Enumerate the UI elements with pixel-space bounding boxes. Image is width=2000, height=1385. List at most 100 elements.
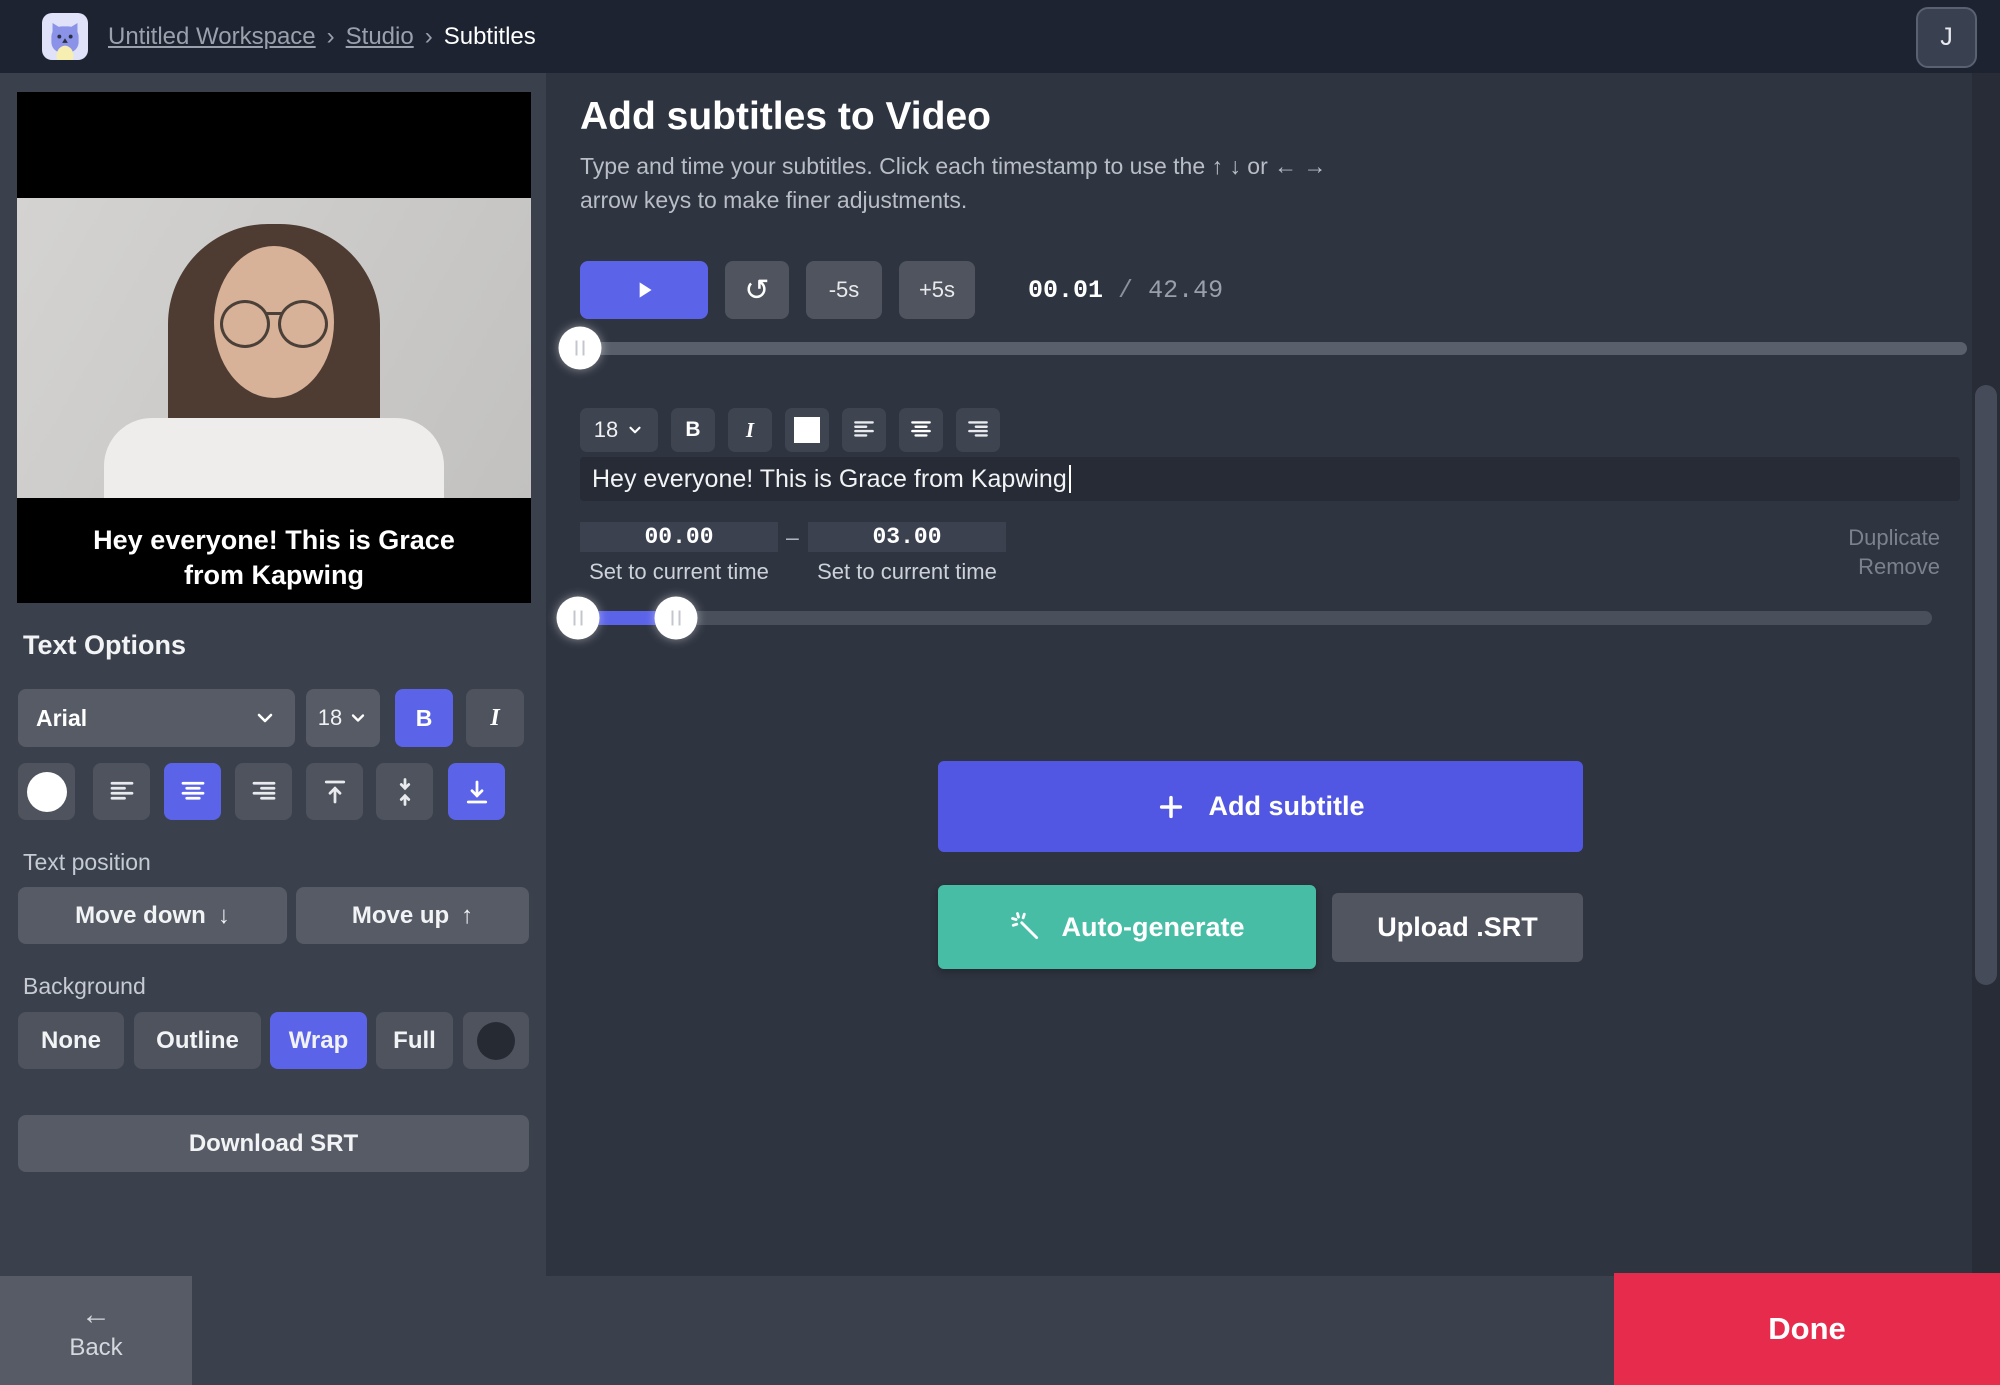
subtitle-timing-slider[interactable] (565, 611, 1932, 625)
move-down-label: Move down (75, 901, 206, 929)
subtitle-align-left-button[interactable] (842, 408, 886, 452)
text-position-label: Text position (23, 849, 151, 875)
video-frame (17, 198, 531, 498)
back-arrow-icon: ← (81, 1297, 111, 1331)
align-left-icon (110, 781, 133, 800)
bold-icon: B (415, 704, 433, 731)
seek-slider-handle[interactable] (558, 326, 602, 370)
remove-link[interactable]: Remove (1858, 554, 1940, 580)
back-button[interactable]: ← Back (0, 1276, 192, 1385)
align-center-icon (911, 421, 931, 437)
align-center-button[interactable] (164, 763, 221, 820)
subtitle-text-value: Hey everyone! This is Grace from Kapwing (592, 464, 1067, 493)
time-display: 00.01 / 42.49 (1028, 275, 1224, 305)
background-wrap-button[interactable]: Wrap (270, 1012, 367, 1069)
end-time-input[interactable]: 03.00 (808, 522, 1006, 552)
current-time: 00.01 (1028, 275, 1104, 305)
download-srt-button[interactable]: Download SRT (18, 1115, 529, 1172)
done-button[interactable]: Done (1614, 1273, 2000, 1385)
playback-controls: ↺ -5s +5s 00.01 / 42.49 (580, 261, 1223, 319)
text-cursor (1068, 465, 1071, 493)
move-down-button[interactable]: Move down ↓ (18, 887, 287, 944)
forward-5s-button[interactable]: +5s (899, 261, 975, 319)
italic-icon: I (745, 417, 755, 442)
vertical-align-bottom-button[interactable] (448, 763, 505, 820)
move-up-button[interactable]: Move up ↑ (296, 887, 529, 944)
plus-icon (1159, 795, 1182, 818)
seek-slider[interactable] (565, 342, 1967, 355)
duplicate-link[interactable]: Duplicate (1848, 525, 1940, 551)
play-button[interactable] (580, 261, 708, 319)
glasses-decoration (208, 300, 340, 348)
font-size-select[interactable]: 18 (306, 689, 380, 747)
scrollbar-track (1972, 73, 2000, 1273)
background-color-button[interactable] (463, 1012, 529, 1069)
align-center-icon (181, 781, 204, 800)
subtitle-align-right-button[interactable] (956, 408, 1000, 452)
font-family-select[interactable]: Arial (18, 689, 295, 747)
italic-icon: I (490, 704, 500, 731)
subtitle-color-button[interactable] (785, 408, 829, 452)
breadcrumb-separator: › (326, 22, 335, 50)
subtitle-text-input[interactable]: Hey everyone! This is Grace from Kapwing (580, 457, 1960, 501)
subtitle-font-size-select[interactable]: 18 (580, 408, 658, 452)
left-sidebar: Hey everyone! This is Grace from Kapwing… (0, 73, 546, 1276)
subtitle-overlay-text: Hey everyone! This is Grace from Kapwing (93, 525, 455, 590)
bold-icon: B (685, 418, 701, 441)
font-size-value: 18 (317, 705, 343, 730)
chevron-down-icon (352, 714, 365, 722)
align-left-icon (854, 421, 874, 437)
main-panel: Add subtitles to Video Type and time you… (546, 73, 1972, 1276)
rewind-5s-button[interactable]: -5s (806, 261, 882, 319)
color-swatch-white-icon (26, 771, 67, 812)
align-left-button[interactable] (93, 763, 150, 820)
subtitle-align-center-button[interactable] (899, 408, 943, 452)
font-family-value: Arial (36, 704, 88, 731)
vertical-align-bottom-icon (466, 780, 487, 803)
background-outline-button[interactable]: Outline (134, 1012, 261, 1069)
breadcrumb-workspace-link[interactable]: Untitled Workspace (108, 23, 316, 51)
kapwing-logo-icon[interactable] (42, 13, 88, 60)
vertical-align-middle-button[interactable] (376, 763, 433, 820)
text-color-button[interactable] (18, 763, 75, 820)
set-end-to-current-time-link[interactable]: Set to current time (808, 559, 1006, 585)
breadcrumb-studio-link[interactable]: Studio (346, 23, 414, 51)
subtitle-toolbar: 18 B I (580, 408, 1000, 452)
vertical-align-middle-icon (399, 777, 410, 806)
user-avatar[interactable]: J (1916, 7, 1977, 68)
avatar-initial: J (1940, 23, 1953, 51)
align-right-button[interactable] (235, 763, 292, 820)
page-description: Type and time your subtitles. Click each… (580, 153, 1327, 213)
color-swatch-white-icon (794, 417, 820, 443)
add-subtitle-button[interactable]: Add subtitle (938, 761, 1583, 852)
breadcrumb: Untitled Workspace › Studio › Subtitles (108, 0, 536, 73)
timing-start-handle[interactable] (556, 596, 600, 640)
top-bar: Untitled Workspace › Studio › Subtitles … (0, 0, 2000, 73)
arrow-down-icon: ↓ (217, 901, 230, 929)
scrollbar-thumb[interactable] (1975, 385, 1997, 985)
restart-button[interactable]: ↺ (725, 261, 789, 319)
play-icon (639, 282, 652, 298)
auto-generate-button[interactable]: Auto-generate (938, 885, 1316, 969)
background-none-button[interactable]: None (18, 1012, 124, 1069)
background-label: Background (23, 973, 146, 999)
bold-button[interactable]: B (395, 689, 453, 747)
start-time-input[interactable]: 00.00 (580, 522, 778, 552)
timing-end-handle[interactable] (654, 596, 698, 640)
total-time: 42.49 (1148, 275, 1224, 305)
color-swatch-dark-icon (477, 1021, 515, 1060)
subtitle-italic-button[interactable]: I (728, 408, 772, 452)
italic-button[interactable]: I (466, 689, 524, 747)
chevron-down-icon (629, 426, 641, 434)
background-full-button[interactable]: Full (376, 1012, 453, 1069)
align-right-icon (252, 781, 275, 800)
set-start-to-current-time-link[interactable]: Set to current time (580, 559, 778, 585)
upload-srt-button[interactable]: Upload .SRT (1332, 893, 1583, 962)
breadcrumb-separator: › (424, 22, 433, 50)
video-preview: Hey everyone! This is Grace from Kapwing (17, 92, 531, 603)
page-title: Add subtitles to Video (580, 95, 991, 138)
align-right-icon (968, 421, 988, 437)
arrow-up-icon: ↑ (461, 901, 474, 929)
vertical-align-top-button[interactable] (306, 763, 363, 820)
subtitle-bold-button[interactable]: B (671, 408, 715, 452)
